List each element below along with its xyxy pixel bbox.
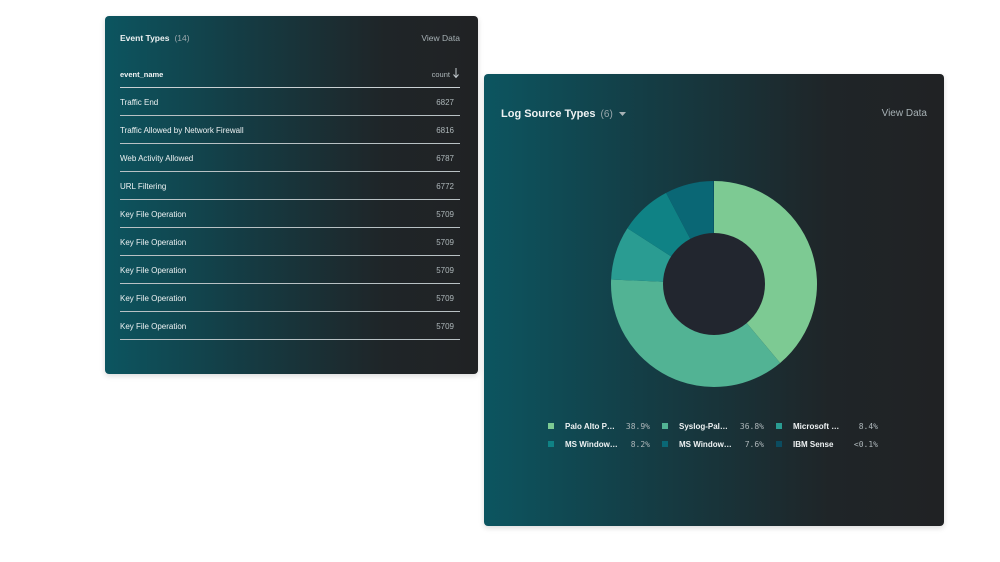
table-row[interactable]: Key File Operation 5709 <box>120 200 460 228</box>
legend-label: MS Window… <box>565 440 618 449</box>
legend-percent: 7.6% <box>744 440 764 449</box>
table-row[interactable]: URL Filtering 6772 <box>120 172 460 200</box>
event-count-cell: 6787 <box>436 154 454 163</box>
event-types-rows: Traffic End 6827 Traffic Allowed by Networ… <box>120 88 460 340</box>
legend-item[interactable]: Microsoft … 8.4% <box>776 422 886 434</box>
legend-swatch <box>662 441 668 447</box>
event-name-cell: Key File Operation <box>120 210 187 219</box>
legend-item[interactable]: Syslog-Pal… 36.8% <box>662 422 772 434</box>
event-types-header: Event Types (14) View Data <box>120 33 460 47</box>
legend-swatch <box>548 423 554 429</box>
column-header-count[interactable]: count <box>432 70 450 79</box>
legend-percent: 8.2% <box>630 440 650 449</box>
legend-label: Palo Alto P… <box>565 422 615 431</box>
event-types-title: Event Types (14) <box>120 33 190 43</box>
legend-item[interactable]: Palo Alto P… 38.9% <box>548 422 658 434</box>
event-name-cell: Traffic End <box>120 98 159 107</box>
event-count-cell: 5709 <box>436 294 454 303</box>
legend-percent: 38.9% <box>625 422 650 431</box>
event-count-cell: 5709 <box>436 238 454 247</box>
table-row[interactable]: Traffic End 6827 <box>120 88 460 116</box>
legend-swatch <box>776 441 782 447</box>
legend-label: Syslog-Pal… <box>679 422 728 431</box>
legend-percent: 36.8% <box>739 422 764 431</box>
event-name-cell: Key File Operation <box>120 238 187 247</box>
event-types-table: event_name count Traffic End 6827 Traffic … <box>120 68 460 340</box>
legend-swatch <box>548 441 554 447</box>
legend-item[interactable]: MS Window… 7.6% <box>662 440 772 452</box>
legend-item[interactable]: IBM Sense <0.1% <box>776 440 886 452</box>
legend-label: MS Window… <box>679 440 732 449</box>
event-name-cell: Key File Operation <box>120 294 187 303</box>
legend-label: Microsoft … <box>793 422 840 431</box>
legend-item[interactable]: MS Window… 8.2% <box>548 440 658 452</box>
event-name-cell: URL Filtering <box>120 182 167 191</box>
event-name-cell: Key File Operation <box>120 266 187 275</box>
table-row[interactable]: Key File Operation 5709 <box>120 312 460 340</box>
donut-hole <box>663 233 765 335</box>
table-header-row: event_name count <box>120 68 460 88</box>
table-row[interactable]: Key File Operation 5709 <box>120 284 460 312</box>
event-name-cell: Traffic Allowed by Network Firewall <box>120 126 244 135</box>
event-name-cell: Web Activity Allowed <box>120 154 194 163</box>
table-row[interactable]: Key File Operation 5709 <box>120 256 460 284</box>
arrow-down-icon[interactable] <box>452 67 460 79</box>
event-count-cell: 6827 <box>436 98 454 107</box>
event-types-count: (14) <box>174 33 190 43</box>
event-name-cell: Key File Operation <box>120 322 187 331</box>
table-row[interactable]: Web Activity Allowed 6787 <box>120 144 460 172</box>
log-source-types-panel: Log Source Types (6) View Data Palo Alto … <box>484 74 944 526</box>
event-types-panel: Event Types (14) View Data event_name cou… <box>105 16 478 374</box>
table-row[interactable]: Traffic Allowed by Network Firewall 6816 <box>120 116 460 144</box>
column-header-event-name[interactable]: event_name <box>120 70 163 79</box>
legend-swatch <box>662 423 668 429</box>
event-count-cell: 6772 <box>436 182 454 191</box>
legend-percent: <0.1% <box>853 440 878 449</box>
event-types-view-data-link[interactable]: View Data <box>421 33 460 43</box>
legend-percent: 8.4% <box>858 422 878 431</box>
legend-swatch <box>776 423 782 429</box>
event-count-cell: 5709 <box>436 210 454 219</box>
log-source-donut-chart <box>611 181 817 387</box>
event-count-cell: 6816 <box>436 126 454 135</box>
table-row[interactable]: Key File Operation 5709 <box>120 228 460 256</box>
event-count-cell: 5709 <box>436 322 454 331</box>
event-count-cell: 5709 <box>436 266 454 275</box>
legend-label: IBM Sense <box>793 440 834 449</box>
